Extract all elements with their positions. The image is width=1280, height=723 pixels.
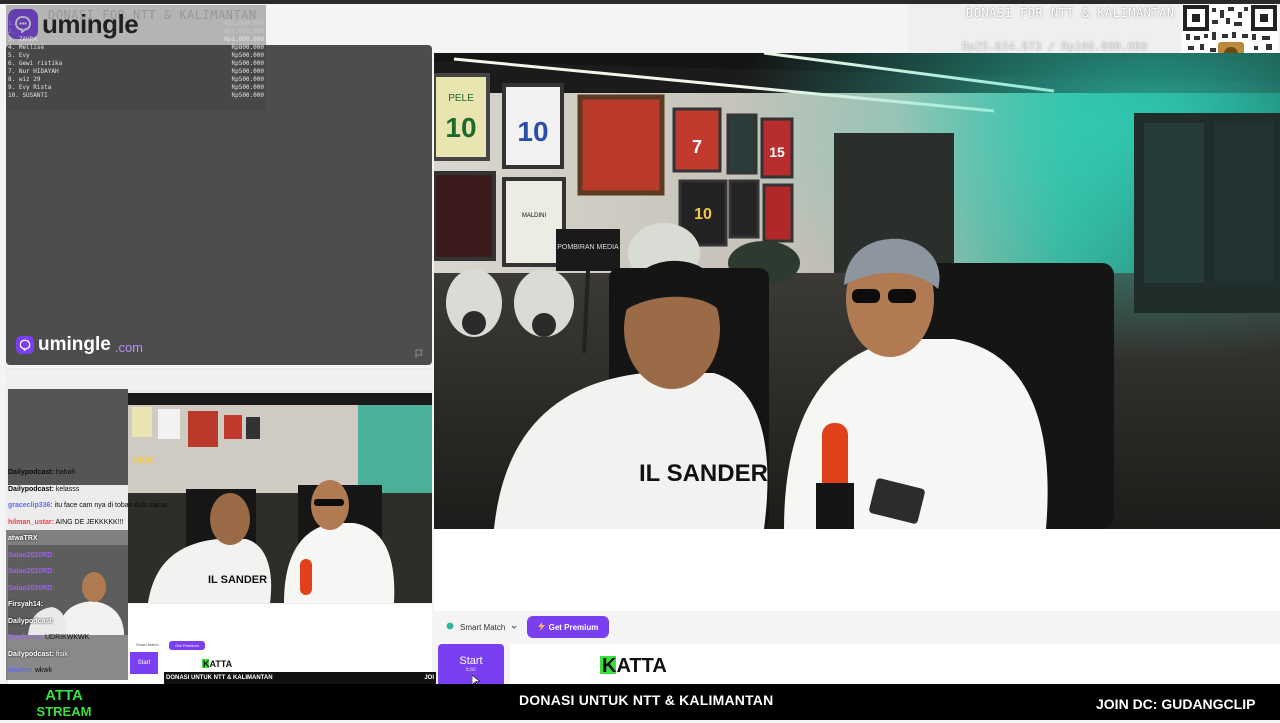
katta-logo-text: KATTA <box>602 655 667 676</box>
leaderboard-row: 5. Evy Rp500.000 <box>8 52 264 59</box>
logo-line-2: STREAM <box>37 704 92 718</box>
chat-message: Dailypodcast: <box>8 617 54 625</box>
katta-logo: KATTA <box>600 654 684 681</box>
chat-bubble-icon <box>16 336 34 354</box>
leaderboard-row: 3. ZAHRA Rp1.000.000 <box>8 36 264 43</box>
nested-strip-right: JOI <box>424 675 434 681</box>
banner-donation-text: DONASI UNTUK NTT & KALIMANTAN <box>519 692 774 708</box>
chat-message: Dailypodcast: kelasss <box>8 485 80 493</box>
report-flag-icon[interactable] <box>414 346 424 358</box>
smart-match-dropdown[interactable]: Smart Match <box>438 616 526 638</box>
chat-message: Dailypodcast: hahah <box>8 469 76 476</box>
donation-leaderboard: 1. Rp2.000.000 2. Rp1.000.000 3. ZAHRA Rp1.… <box>8 20 264 99</box>
leaderboard-row: 9. Evy Rista Rp500.000 <box>8 84 264 91</box>
kick-badge: KICK <box>134 456 154 465</box>
watermark-domain: .com <box>114 339 144 355</box>
chat-message: Salao2020RD: <box>8 584 55 592</box>
chat-message: Zeedanna: UDRIKWKWK <box>8 634 90 641</box>
umingle-watermark: umingle .com <box>16 334 143 356</box>
get-premium-button[interactable]: Get Premium <box>527 616 609 638</box>
main-video-feed: PELE 10 10 7 15 MALDINI 10 POMBIRAN MEDI… <box>434 53 1280 529</box>
jersey-number: 10 <box>445 112 476 143</box>
jersey-name-label: PELE <box>448 93 474 104</box>
atta-stream-logo: ATTA STREAM <box>32 686 96 719</box>
chevron-down-icon <box>511 623 517 632</box>
main-video-footer <box>434 529 1280 611</box>
leaderboard-row: 7. Nur HIDAYAH Rp500.000 <box>8 68 264 75</box>
banner-discord-text: JOIN DC: GUDANGCLIP <box>1096 696 1256 712</box>
leaderboard-row: 10. SUSANTI Rp500.000 <box>8 92 264 99</box>
stream-chat: Dailypodcast: hahah Dailypodcast: kelass… <box>8 465 268 680</box>
chat-message: Salao2020RD: <box>8 551 55 559</box>
jersey-name-label: MALDINI <box>522 213 547 219</box>
lightning-icon <box>537 621 545 633</box>
watermark-brand: umingle <box>38 334 111 355</box>
nested-top-bar <box>6 370 432 390</box>
jersey-number: 15 <box>769 144 785 160</box>
logo-line-1: ATTA <box>45 687 83 704</box>
chat-message: Salao2020RD: <box>8 568 55 575</box>
smart-match-label: Smart Match <box>460 622 506 632</box>
leaderboard-row: 4. Mellise Rp800.000 <box>8 44 264 51</box>
start-hint: Esc <box>465 667 476 673</box>
leaderboard-row: 8. wiz 29 Rp500.000 <box>8 76 264 83</box>
donation-title: DONASI FOR NTT & KALIMANTAN <box>966 6 1175 20</box>
shirt-print: IL SANDER <box>639 460 768 487</box>
jersey-number: 10 <box>694 206 712 223</box>
sign-text: POMBIRAN MEDIA <box>557 244 619 251</box>
get-premium-label: Get Premium <box>548 622 599 632</box>
chat-message: atwaTRX <box>8 535 38 542</box>
chat-message: shafeo: wkwk <box>8 667 52 674</box>
jersey-number: 7 <box>692 137 702 157</box>
globe-icon <box>446 622 454 632</box>
donation-amount: Rp25.654.873 / Rp100.000.000 <box>962 40 1148 53</box>
chat-message: Firsyah14: <box>8 601 44 608</box>
start-button[interactable]: Start Esc <box>438 644 504 684</box>
start-label: Start <box>459 655 483 667</box>
chat-message: Dailypodcast: fisik <box>8 650 68 658</box>
chat-message: hilman_ustar: AING DE JEKKKKK!!! <box>8 518 124 526</box>
leaderboard-row: 6. Gewi ristika Rp500.000 <box>8 60 264 67</box>
chat-message: graceclip336: itu face cam nya di toban … <box>8 502 167 509</box>
jersey-number: 10 <box>517 116 548 147</box>
